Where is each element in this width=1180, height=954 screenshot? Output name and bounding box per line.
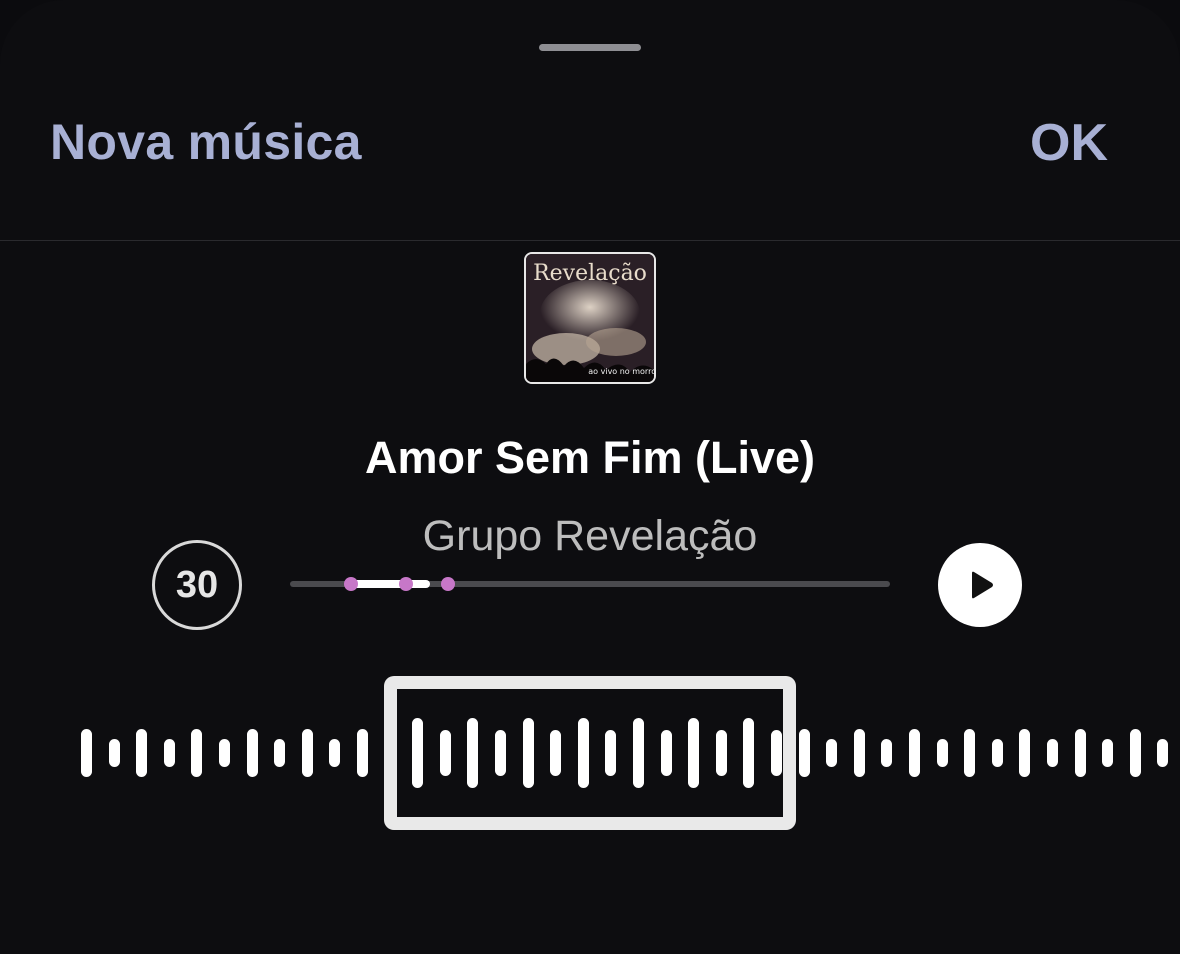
waveform-bar (1019, 729, 1030, 777)
range-start-marker (344, 577, 358, 591)
range-end-marker[interactable] (441, 577, 455, 591)
album-cover: Revelação ao vivo no morro 2 (524, 252, 656, 384)
waveform-bar (909, 729, 920, 777)
waveform-bar (1157, 739, 1168, 767)
waveform-bar (992, 739, 1003, 767)
ok-button[interactable]: OK (1030, 113, 1108, 173)
header-title: Nova música (50, 114, 362, 170)
clip-duration-button[interactable]: 30 (152, 540, 242, 630)
clip-duration-value: 30 (175, 563, 219, 606)
waveform-bar (1130, 729, 1141, 777)
play-icon (972, 571, 993, 599)
album-cover-art: Revelação ao vivo no morro 2 (526, 254, 654, 382)
song-title: Amor Sem Fim (Live) (364, 432, 816, 483)
waveform-bar (854, 729, 865, 777)
waveform-bar (357, 729, 368, 777)
waveform-bar (881, 739, 892, 767)
waveform-bar (937, 739, 948, 767)
header-divider (0, 240, 1180, 241)
waveform-bar (109, 739, 120, 767)
waveform-bar (964, 729, 975, 777)
waveform-bar (302, 729, 313, 777)
album-cover-subtitle: ao vivo no morro 2 (588, 367, 654, 376)
sheet-grabber[interactable] (539, 44, 641, 51)
music-picker-sheet: Nova música OK Revelação ao vivo no morr… (0, 0, 1180, 954)
selected-range-fill (352, 580, 430, 588)
waveform-bar (247, 729, 258, 777)
waveform-bar (826, 739, 837, 767)
waveform-bar (1075, 729, 1086, 777)
waveform-bar (191, 729, 202, 777)
album-cover-title: Revelação (533, 261, 647, 286)
waveform-bar (1047, 739, 1058, 767)
waveform-bar (136, 729, 147, 777)
play-button[interactable] (938, 543, 1022, 627)
range-middle-marker (399, 577, 413, 591)
clip-selection-window[interactable] (384, 676, 796, 830)
waveform-bar (1102, 739, 1113, 767)
waveform-bar (329, 739, 340, 767)
waveform-bar (164, 739, 175, 767)
waveform-bar (219, 739, 230, 767)
waveform-bar (274, 739, 285, 767)
waveform-bar (81, 729, 92, 777)
waveform-bar (799, 729, 810, 777)
